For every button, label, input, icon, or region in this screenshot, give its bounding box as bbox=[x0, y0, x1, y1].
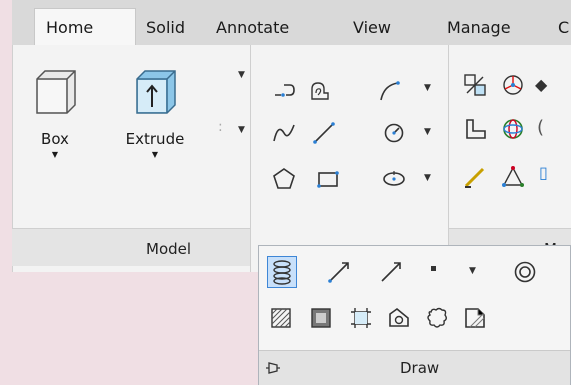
ellipse-dropdown-arrow[interactable]: ▼ bbox=[424, 173, 431, 183]
draw-panel-upper: ▼ ▼ ▼ bbox=[258, 45, 448, 245]
ray-icon[interactable] bbox=[327, 260, 351, 284]
3d-move-icon[interactable] bbox=[501, 73, 525, 97]
model-panel-footer: Model bbox=[12, 228, 250, 266]
tab-view-label[interactable]: View bbox=[353, 18, 391, 37]
mid-dropdown-arrow-2[interactable]: ▼ bbox=[238, 125, 245, 135]
model-panel-title: Model bbox=[146, 240, 192, 258]
xline-icon[interactable] bbox=[379, 260, 403, 284]
mirror-icon[interactable] bbox=[463, 117, 487, 141]
partial-icon-2: ( bbox=[537, 117, 545, 138]
line-icon[interactable] bbox=[312, 121, 336, 145]
point-dropdown-arrow[interactable]: ▼ bbox=[469, 266, 476, 276]
tab-manage-label[interactable]: Manage bbox=[447, 18, 511, 37]
box-button[interactable]: Box ▼ bbox=[25, 67, 85, 177]
extrude-icon bbox=[136, 70, 176, 114]
divider bbox=[250, 45, 251, 272]
partial-icon-1: ◆ bbox=[535, 75, 548, 94]
circle-dropdown-arrow[interactable]: ▼ bbox=[424, 127, 431, 137]
rectangle-icon[interactable] bbox=[316, 167, 340, 191]
extrude-button[interactable]: Extrude ▼ bbox=[117, 67, 193, 177]
gradient-icon[interactable] bbox=[309, 306, 333, 330]
mid-dropdown-arrow-1[interactable]: ▼ bbox=[238, 70, 245, 80]
tab-bar-right: Annotate View Manage C bbox=[216, 0, 571, 45]
extrude-label: Extrude bbox=[125, 130, 185, 148]
draw-panel-footer: Draw bbox=[259, 350, 570, 385]
revision-cloud-icon[interactable] bbox=[425, 306, 449, 330]
wipeout-icon[interactable] bbox=[463, 306, 487, 330]
pin-icon[interactable] bbox=[265, 360, 281, 376]
mid-partial-glyph: : bbox=[218, 119, 223, 135]
3d-rotate-icon[interactable] bbox=[501, 117, 525, 141]
circle-icon[interactable] bbox=[382, 121, 406, 145]
tab-bar-left: Home Solid bbox=[12, 0, 218, 46]
box-label: Box bbox=[41, 130, 69, 148]
helix-button[interactable] bbox=[267, 256, 297, 288]
draw-panel-title: Draw bbox=[400, 359, 440, 377]
copy-icon[interactable] bbox=[463, 73, 487, 97]
polyline-icon[interactable] bbox=[272, 79, 296, 103]
box-icon bbox=[36, 70, 76, 114]
region-icon[interactable] bbox=[308, 79, 332, 103]
3d-align-icon[interactable] bbox=[501, 165, 525, 189]
draw-panel-expanded: ▼ Draw bbox=[258, 245, 571, 385]
polygon-icon[interactable] bbox=[272, 167, 296, 191]
fillet-edge-icon[interactable] bbox=[463, 165, 487, 189]
arc-icon[interactable] bbox=[378, 79, 402, 103]
helix-icon bbox=[273, 260, 291, 285]
ellipse-icon[interactable] bbox=[382, 167, 406, 191]
arc-dropdown-arrow[interactable]: ▼ bbox=[424, 83, 431, 93]
tab-overflow-partial: C bbox=[558, 18, 570, 37]
donut-icon[interactable] bbox=[513, 260, 537, 284]
extrude-dropdown-arrow[interactable]: ▼ bbox=[117, 150, 193, 159]
region-alt-icon[interactable] bbox=[387, 306, 411, 330]
point-icon[interactable] bbox=[431, 266, 436, 271]
spline-icon[interactable] bbox=[272, 121, 296, 145]
partial-icon-3: ▯ bbox=[539, 163, 548, 182]
tab-solid-label[interactable]: Solid bbox=[146, 18, 185, 37]
hatch-icon[interactable] bbox=[269, 306, 293, 330]
tab-annotate-label[interactable]: Annotate bbox=[216, 18, 289, 37]
box-dropdown-arrow[interactable]: ▼ bbox=[25, 150, 85, 159]
boundary-icon[interactable] bbox=[349, 306, 373, 330]
background-left-margin bbox=[0, 0, 12, 385]
tab-home-label[interactable]: Home bbox=[46, 18, 93, 37]
